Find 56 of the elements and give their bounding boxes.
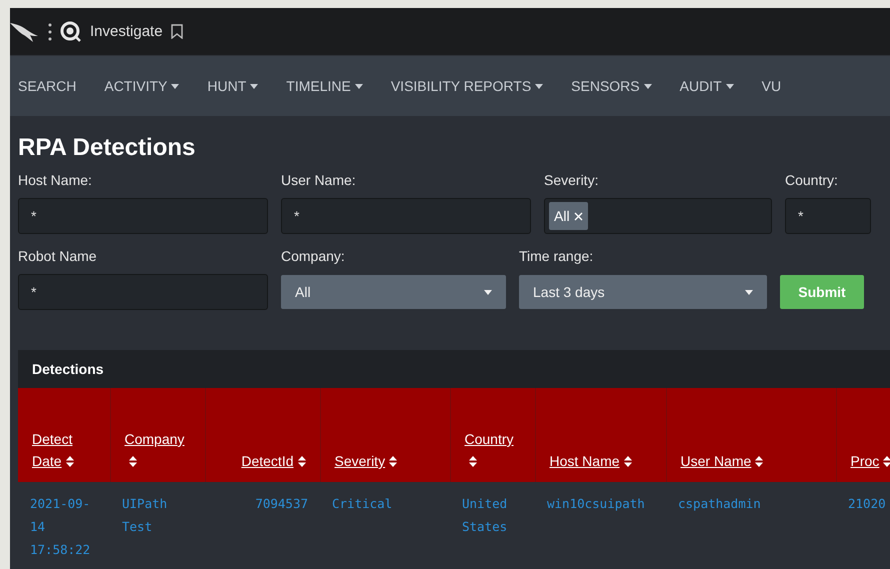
sort-icon[interactable] — [624, 456, 632, 467]
nav-menu-item[interactable]: TIMELINE — [286, 78, 363, 94]
field-label: Company: — [281, 248, 346, 266]
tag-field[interactable]: All — [544, 198, 772, 234]
bird-logo-icon — [10, 20, 40, 42]
select-value: Last 3 days — [533, 284, 605, 300]
app-title: Investigate — [90, 23, 163, 40]
nav-menu-item[interactable]: SENSORS — [571, 78, 652, 94]
table-cell: 21020 — [848, 496, 886, 511]
sort-icon[interactable] — [66, 456, 74, 467]
nav-menu-item[interactable]: VISIBILITY REPORTS — [390, 78, 544, 94]
nav-menu-item[interactable]: AUDIT — [680, 78, 734, 94]
caret-icon — [745, 290, 753, 294]
column-header-link[interactable]: Host Name — [550, 450, 632, 472]
panel-title: Detections — [32, 361, 104, 377]
sort-icon[interactable] — [468, 456, 476, 467]
field-label: Host Name: — [18, 172, 93, 190]
dropdown-select[interactable]: All — [281, 275, 506, 309]
caret-icon — [484, 290, 492, 294]
column-header-link[interactable]: DetectId — [241, 450, 306, 472]
field-label: Severity: — [544, 172, 600, 190]
table-cell: cspathadmin — [678, 496, 761, 511]
field-label: Country: — [785, 172, 839, 190]
magnifier-logo-icon — [60, 20, 82, 42]
sort-icon[interactable] — [883, 456, 890, 467]
nav-menu-item[interactable]: HUNT — [207, 78, 258, 94]
select-value: All — [295, 284, 311, 300]
text-field[interactable]: * — [281, 198, 531, 234]
page-title: RPA Detections — [17, 133, 196, 162]
field-label: Robot Name — [18, 248, 98, 266]
column-header-link[interactable]: Severity — [334, 450, 398, 472]
nav-menu-item[interactable]: SEARCH — [18, 78, 76, 94]
text-field[interactable]: * — [18, 198, 268, 234]
field-label: Time range: — [519, 248, 594, 266]
table-cell: win10csuipath — [547, 496, 645, 511]
table-cell: Critical — [332, 496, 392, 511]
text-field[interactable]: * — [18, 274, 268, 310]
sort-icon[interactable] — [389, 456, 398, 467]
sort-icon[interactable] — [755, 456, 764, 467]
table-cell: United States — [462, 496, 508, 534]
bookmark-icon[interactable] — [170, 24, 183, 39]
table-cell: UIPath Test — [122, 496, 168, 534]
tag-chip[interactable]: All — [549, 202, 588, 230]
nav-menu-item[interactable]: ACTIVITY — [104, 78, 180, 94]
close-icon[interactable] — [574, 212, 583, 220]
sort-icon[interactable] — [298, 456, 306, 467]
kebab-menu-icon[interactable] — [48, 22, 52, 40]
field-label: User Name: — [281, 172, 357, 190]
table-cell: 2021-09-14 17:58:22 — [30, 496, 90, 557]
table-cell: 7094537 — [255, 496, 308, 511]
column-header-link[interactable]: Proc — [850, 450, 890, 472]
nav-menu-item[interactable]: VU — [762, 78, 782, 94]
column-header-link[interactable]: User Name — [680, 450, 764, 472]
text-field[interactable]: * — [785, 198, 871, 234]
sort-icon[interactable] — [128, 456, 136, 467]
dropdown-select[interactable]: Last 3 days — [519, 275, 767, 309]
